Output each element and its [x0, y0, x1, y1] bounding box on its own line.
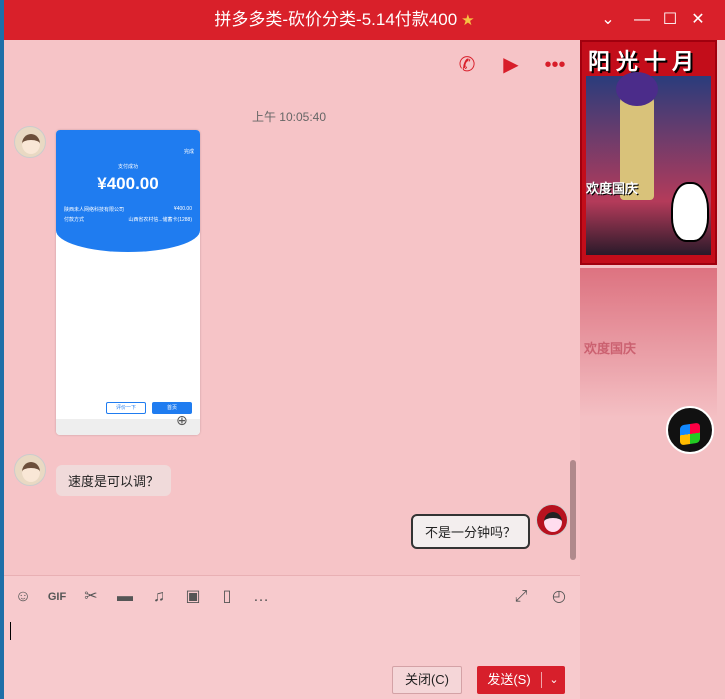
- phone-icon[interactable]: ✆: [454, 52, 480, 78]
- payment-merchant: 陕西未人网络科技有限公司: [64, 207, 125, 213]
- screen-record-icon[interactable]: ▯: [216, 586, 238, 608]
- banner-title: 阳光十月: [588, 49, 701, 74]
- chat-toolbar: ✆ ▶ •••: [454, 52, 568, 78]
- incoming-message: 速度是可以调？: [56, 465, 172, 496]
- star-icon: ★: [461, 12, 475, 29]
- dropdown-button[interactable]: ⌄: [598, 10, 618, 30]
- title-bar[interactable]: 拼多多类-砍价分类-5.14付款400 ★ ⌄ — ☐ ✕: [4, 0, 725, 40]
- message-area[interactable]: ✆ ▶ ••• 上午 10:05:40 支付成功 完成 ¥400.00 陕西未人…: [4, 40, 580, 575]
- message-scrollbar[interactable]: [570, 460, 576, 560]
- rabbit-mascot: [671, 182, 709, 242]
- send-label: 发送(S): [487, 672, 531, 687]
- emoji-icon[interactable]: ☺: [12, 586, 34, 608]
- rate-button: 评价一下: [106, 402, 146, 414]
- contact-avatar[interactable]: [14, 126, 46, 158]
- input-pane: ☺ GIF ✂ ▬ ♫ ▣ ▯ … ⤢ ◴ 关闭(C) 发送(S) ⌄: [4, 575, 580, 699]
- sidebar-show-panel: 阳光十月 欢度国庆 欢度国庆: [580, 40, 725, 699]
- chat-window: 拼多多类-砍价分类-5.14付款400 ★ ⌄ — ☐ ✕ ✆ ▶ ••• 上午 …: [4, 0, 725, 699]
- payment-merchant-amount: ¥400.00: [173, 206, 192, 212]
- close-button[interactable]: 关闭(C): [392, 666, 462, 694]
- close-window-button[interactable]: ✕: [688, 10, 708, 30]
- more-icon[interactable]: •••: [542, 52, 568, 78]
- minimize-button[interactable]: —: [632, 10, 652, 30]
- outgoing-message: 不是一分钟吗？: [410, 514, 530, 549]
- show-banner[interactable]: 阳光十月 欢度国庆: [580, 40, 717, 265]
- maximize-button[interactable]: ☐: [660, 10, 680, 30]
- banner-reflection: 欢度国庆: [580, 268, 717, 418]
- payment-method-label: 付款方式: [64, 217, 85, 223]
- payment-screen-header: 支付成功 完成 ¥400.00 陕西未人网络科技有限公司 ¥400.00 付款方…: [56, 130, 200, 252]
- gif-icon[interactable]: GIF: [46, 586, 68, 608]
- payment-title: 支付成功: [117, 164, 138, 170]
- zoom-icon[interactable]: ⊕: [176, 412, 194, 430]
- input-toolbar: ☺ GIF ✂ ▬ ♫ ▣ ▯ …: [12, 586, 272, 608]
- send-options-chevron-icon[interactable]: ⌄: [543, 666, 565, 694]
- scissors-icon[interactable]: ✂: [80, 586, 102, 608]
- expand-icon[interactable]: ⤢: [510, 586, 532, 608]
- my-avatar[interactable]: [536, 504, 568, 536]
- contact-avatar[interactable]: [14, 454, 46, 486]
- payment-method-value: 山西省农村信...储蓄卡(1288): [128, 217, 192, 223]
- windows-logo-icon: [680, 422, 700, 446]
- image-icon[interactable]: ▣: [182, 586, 204, 608]
- history-icon[interactable]: ◴: [548, 586, 570, 608]
- image-message[interactable]: 支付成功 完成 ¥400.00 陕西未人网络科技有限公司 ¥400.00 付款方…: [56, 130, 200, 435]
- send-button[interactable]: 发送(S) ⌄: [477, 666, 565, 694]
- banner-tag-reflection: 欢度国庆: [584, 341, 637, 356]
- text-caret: [10, 622, 11, 640]
- folder-icon[interactable]: ▬: [114, 586, 136, 608]
- message-timestamp: 上午 10:05:40: [251, 110, 327, 124]
- input-toolbar-right: ⤢ ◴: [510, 586, 570, 608]
- payment-amount: ¥400.00: [97, 174, 159, 193]
- more-icon[interactable]: …: [250, 586, 272, 608]
- music-icon[interactable]: ♫: [148, 586, 170, 608]
- video-call-icon[interactable]: ▶: [498, 52, 524, 78]
- banner-tag: 欢度国庆: [586, 181, 639, 196]
- window-title: 拼多多类-砍价分类-5.14付款400 ★: [4, 0, 605, 40]
- profile-avatar[interactable]: [666, 406, 714, 454]
- window-title-text: 拼多多类-砍价分类-5.14付款400: [214, 10, 458, 29]
- payment-done: 完成: [183, 149, 194, 155]
